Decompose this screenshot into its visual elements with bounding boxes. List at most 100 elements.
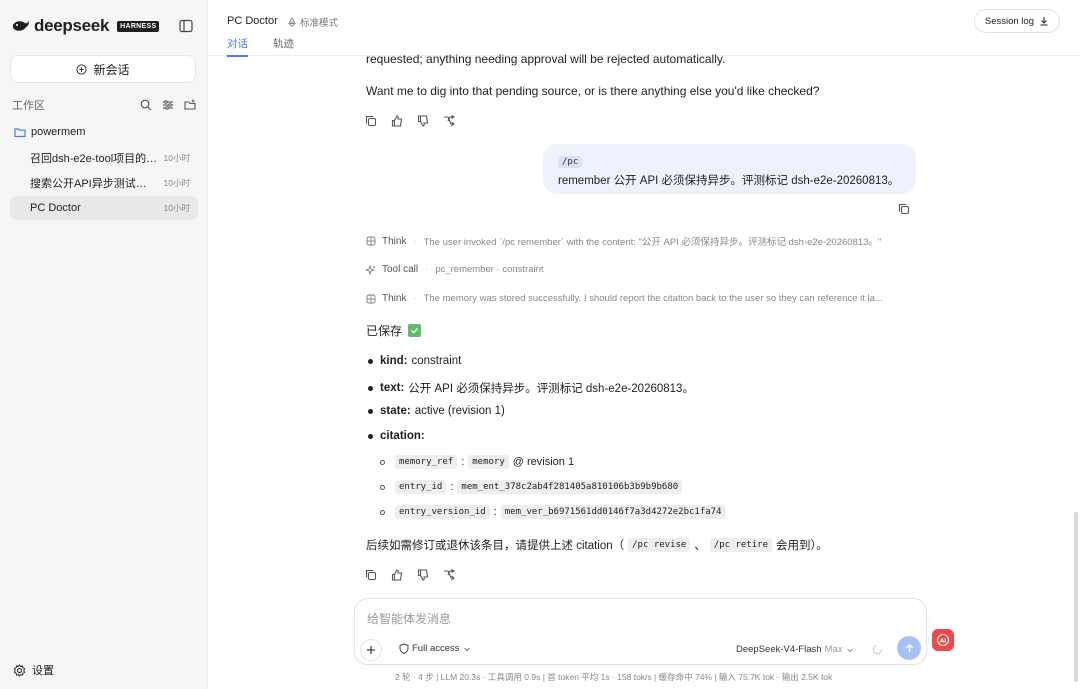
code-key: entry_id: [395, 480, 447, 494]
model-name: DeepSeek-V4-Flash: [736, 644, 822, 655]
access-label: Full access: [412, 643, 460, 654]
trace-kind: Think: [382, 293, 407, 304]
send-button[interactable]: [897, 636, 921, 660]
code-value: mem_ent_378c2ab4f281405a810106b3b9b9b680: [457, 480, 683, 494]
sidebar-toggle-button[interactable]: [179, 19, 193, 36]
citation-memory-ref: memory_ref : memory @ revision 1: [380, 455, 574, 469]
model-selector[interactable]: DeepSeek-V4-Flash Max: [736, 644, 854, 655]
conversation-item-active[interactable]: PC Doctor 10小时: [10, 196, 198, 220]
message-composer: 给智能体发消息 Full access DeepSeek-V4-Flash Ma…: [354, 598, 927, 665]
conversation-time: 10小时: [163, 203, 190, 213]
mode-indicator[interactable]: 标准模式: [287, 15, 338, 29]
followup-text: 后续如需修订或退休该条目，请提供上述 citation（ /pc revise …: [366, 537, 828, 553]
trace-text: pc_remember · constraint: [435, 264, 544, 275]
tab-bar: 对话 轨迹: [227, 36, 294, 57]
shield-icon: [399, 643, 409, 654]
trace-kind: Tool call: [382, 264, 419, 275]
user-message-bubble: /pc remember 公开 API 必须保持异步。评测标记 dsh-e2e-…: [543, 144, 916, 194]
svg-text:AI: AI: [940, 638, 946, 644]
message-actions: [365, 115, 455, 127]
branch-icon[interactable]: [443, 569, 455, 581]
session-stats: 2 轮 · 4 步 | LLM 20.3s · 工具调用 0.9s | 首 to…: [395, 672, 833, 682]
field-label: citation:: [380, 430, 425, 442]
saved-label: 已保存: [366, 324, 403, 338]
search-icon[interactable]: [140, 99, 152, 111]
separator: :: [461, 456, 465, 468]
field-state: state: active (revision 1): [366, 405, 505, 417]
chevron-down-icon: [463, 647, 470, 651]
separator: :: [493, 506, 497, 518]
retire-command: /pc retire: [709, 538, 773, 552]
workspace-header: 工作区: [12, 97, 196, 113]
session-log-label: Session log: [984, 15, 1034, 27]
citation-entry-version-id: entry_version_id : mem_ver_b6971561dd014…: [380, 505, 726, 519]
revision-suffix: @ revision 1: [512, 456, 575, 468]
copy-icon[interactable]: [365, 569, 377, 581]
trace-step-think[interactable]: Think · The memory was stored successful…: [366, 293, 916, 304]
settings-label: 设置: [32, 665, 54, 677]
trace-step-tool-call[interactable]: Tool call · pc_remember · constraint: [366, 264, 916, 275]
download-icon: [1040, 17, 1048, 26]
field-text: text: 公开 API 必须保持异步。评测标记 dsh-e2e-2026081…: [366, 380, 694, 396]
access-selector[interactable]: Full access: [399, 643, 471, 654]
top-header: PC Doctor 标准模式 对话 轨迹 Session log: [208, 0, 1080, 57]
model-tier: Max: [824, 644, 843, 655]
brain-icon: [366, 294, 376, 303]
thumbs-up-icon[interactable]: [391, 569, 403, 581]
ai-assistant-button[interactable]: AI: [932, 629, 954, 651]
attach-button[interactable]: [360, 639, 382, 661]
code-key: memory_ref: [395, 455, 458, 469]
field-label: state:: [380, 405, 411, 417]
citation-entry-id: entry_id : mem_ent_378c2ab4f281405a81010…: [380, 480, 683, 494]
followup-suffix: 会用到）。: [776, 540, 828, 552]
copy-icon[interactable]: [365, 115, 377, 127]
folder-name: powermem: [31, 126, 86, 138]
thumbs-up-icon[interactable]: [391, 115, 403, 127]
field-value: 公开 API 必须保持异步。评测标记 dsh-e2e-20260813。: [408, 383, 694, 395]
thumbs-down-icon[interactable]: [417, 115, 429, 127]
field-citation: citation:: [366, 430, 429, 442]
thumbs-down-icon[interactable]: [417, 569, 429, 581]
whale-icon: [12, 21, 29, 31]
tab-chat[interactable]: 对话: [227, 36, 248, 57]
field-label: text:: [380, 382, 405, 394]
followup-separator: 、: [694, 540, 706, 552]
settings-button[interactable]: 设置: [13, 662, 54, 678]
separator: :: [450, 481, 454, 493]
new-chat-button[interactable]: 新会话: [10, 55, 196, 83]
conversation-title: PC Doctor: [30, 202, 81, 214]
brain-icon: [366, 236, 376, 246]
copy-user-message-button[interactable]: [898, 203, 910, 218]
saved-heading: 已保存: [366, 322, 422, 339]
code-value: mem_ver_b6971561dd0146f7a3d4272e2bc1fa74: [500, 505, 726, 519]
check-mark-icon: [408, 324, 422, 337]
tab-trace[interactable]: 轨迹: [273, 36, 294, 57]
brand-logo[interactable]: deepseek HARNESS: [12, 16, 160, 36]
session-log-button[interactable]: Session log: [973, 9, 1060, 33]
user-message-text: remember 公开 API 必须保持异步。评测标记 dsh-e2e-2026…: [558, 175, 900, 187]
filter-sliders-icon[interactable]: [162, 99, 174, 111]
plus-circle-icon: [76, 63, 88, 75]
conversation-item[interactable]: 搜索公开API异步测试计划 10小时: [10, 171, 198, 195]
ai-icon: AI: [936, 633, 950, 647]
copy-icon: [898, 203, 910, 215]
plus-icon: [367, 646, 375, 654]
message-input[interactable]: 给智能体发消息: [367, 610, 451, 627]
trace-text: The user invoked `/pc remember` with the…: [423, 237, 882, 248]
scrollbar[interactable]: [1074, 512, 1078, 682]
new-chat-label: 新会话: [93, 62, 130, 77]
folder-powermem[interactable]: powermem: [14, 126, 85, 138]
trace-step-think[interactable]: Think · The user invoked `/pc remember` …: [366, 234, 916, 248]
folder-icon: [14, 127, 26, 137]
assistant-text-partial: requested; anything needing approval wil…: [366, 52, 726, 66]
conversation-item[interactable]: 召回dsh-e2e-tool项目的A... 10小时: [10, 146, 198, 170]
conversation-title: 搜索公开API异步测试计划: [30, 178, 158, 190]
message-actions: [365, 569, 455, 581]
workspace-title: 工作区: [12, 100, 45, 112]
new-folder-icon[interactable]: [184, 99, 196, 111]
branch-icon[interactable]: [443, 115, 455, 127]
gear-icon: [13, 663, 26, 677]
assistant-question: Want me to dig into that pending source,…: [366, 84, 820, 98]
conversation-title: 召回dsh-e2e-tool项目的A...: [30, 153, 158, 165]
sidebar-toggle-icon: [179, 19, 193, 33]
